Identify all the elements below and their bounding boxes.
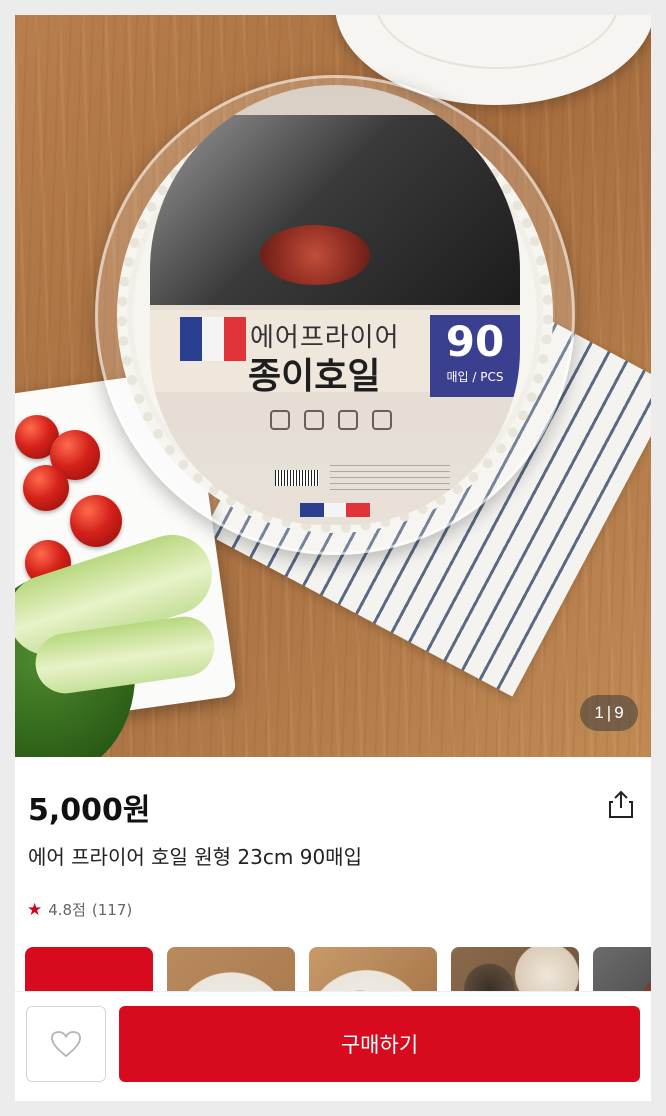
product-image-carousel[interactable]: 에어프라이어 종이호일 90 매입 / PCS 1 | 9 [15, 15, 651, 757]
product-screen: 에어프라이어 종이호일 90 매입 / PCS 1 | 9 5,000원 에어 … [15, 15, 651, 1101]
image-counter-total: 9 [614, 703, 624, 722]
bottom-action-bar: 구매하기 [15, 991, 651, 1101]
rating-score: 4.8점 [48, 901, 86, 919]
image-counter-separator: | [606, 703, 612, 722]
package-count: 90 [445, 317, 505, 366]
package-count-badge: 90 매입 / PCS [430, 315, 520, 397]
french-flag-icon [180, 317, 246, 361]
french-flag-stripe-icon [300, 503, 370, 517]
package-count-unit: 매입 / PCS [446, 370, 504, 384]
tomato-image [23, 465, 69, 511]
microwave-icon [304, 410, 324, 430]
oven-icon [270, 410, 290, 430]
star-icon: ★ [27, 899, 43, 920]
fineprint-text [330, 465, 450, 495]
frypan-icon [338, 410, 358, 430]
package-title-line2: 종이호일 [248, 356, 381, 397]
product-name: 에어 프라이어 호일 원형 23cm 90매입 [28, 845, 362, 869]
product-price: 5,000원 [28, 793, 151, 828]
usage-icons [270, 410, 392, 430]
image-counter-current: 1 [594, 703, 604, 722]
steamer-icon [372, 410, 392, 430]
package-label: 에어프라이어 종이호일 90 매입 / PCS [150, 85, 520, 525]
buy-button[interactable]: 구매하기 [119, 1006, 640, 1082]
product-rating[interactable]: ★ 4.8점 (117) [27, 899, 132, 920]
barcode-image [275, 470, 319, 486]
tomato-image [70, 495, 122, 547]
review-count: (117) [91, 900, 133, 919]
wishlist-button[interactable] [26, 1006, 106, 1082]
image-counter: 1 | 9 [580, 695, 638, 731]
food-photo [260, 225, 370, 285]
heart-outline-icon [51, 1031, 81, 1058]
share-icon[interactable] [607, 789, 635, 819]
